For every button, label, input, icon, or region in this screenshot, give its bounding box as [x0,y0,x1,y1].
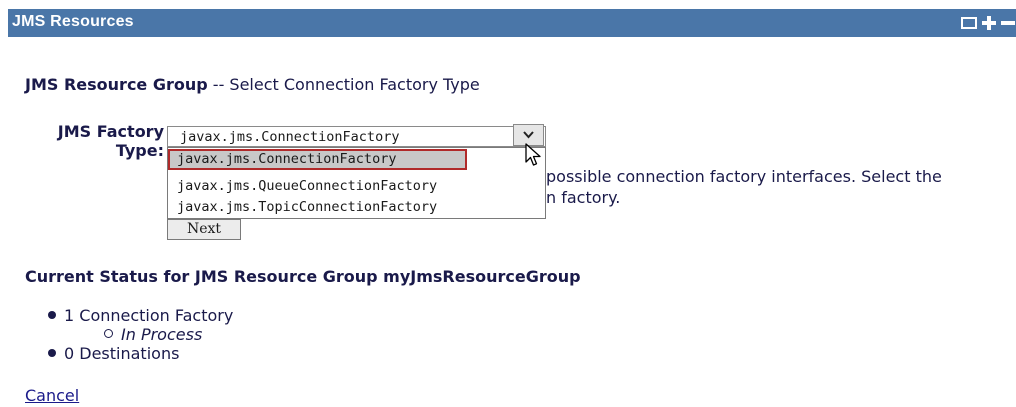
panel-titlebar: JMS Resources [8,9,1016,37]
heading-group: JMS Resource Group [25,75,208,94]
dropdown-option[interactable]: javax.jms.QueueConnectionFactory [168,176,545,197]
page-heading: JMS Resource Group -- Select Connection … [25,75,480,94]
panel-title: JMS Resources [12,13,134,30]
expand-icon[interactable] [980,14,998,32]
mouse-pointer-icon [524,142,544,172]
status-heading: Current Status for JMS Resource Group my… [25,267,581,286]
cancel-link[interactable]: Cancel [25,386,79,405]
next-button[interactable]: Next [167,219,241,240]
list-subitem-label: In Process [121,325,203,344]
description-line2: n factory. [546,188,621,207]
dropdown-option[interactable]: javax.jms.TopicConnectionFactory [168,197,545,218]
heading-step: -- Select Connection Factory Type [207,75,480,94]
factory-type-select[interactable]: javax.jms.ConnectionFactory [167,126,546,147]
bullet-icon [48,310,56,319]
list-subitem: In Process [104,325,233,344]
factory-description: possible connection factory interfaces. … [546,166,942,208]
select-value: javax.jms.ConnectionFactory [180,129,400,145]
factory-label-line1: JMS Factory [57,122,164,141]
factory-label-line2: Type: [115,141,164,160]
description-line1: possible connection factory interfaces. … [546,167,942,186]
dropdown-option[interactable]: javax.jms.ConnectionFactory [168,149,467,170]
factory-type-label: JMS Factory Type: [40,122,164,160]
collapse-icon[interactable] [998,14,1016,32]
restore-icon[interactable] [960,14,978,32]
factory-type-dropdown: javax.jms.ConnectionFactory javax.jms.Qu… [167,147,546,219]
bullet-icon [48,348,56,357]
list-item: 1 Connection Factory [48,306,233,325]
list-item-label: 1 Connection Factory [64,306,234,325]
list-item-label: 0 Destinations [64,344,180,363]
status-list: 1 Connection Factory In Process 0 Destin… [48,306,233,363]
circle-bullet-icon [104,329,113,338]
list-item: 0 Destinations [48,344,233,363]
